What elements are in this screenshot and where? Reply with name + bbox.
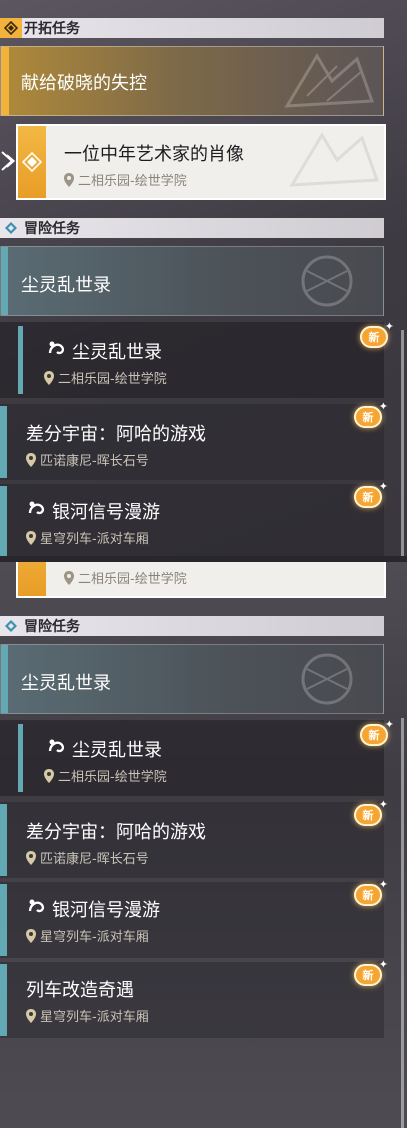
selected-arrow-icon xyxy=(0,150,16,176)
event-swirl-icon xyxy=(26,896,48,922)
pioneer-task-accent xyxy=(1,47,9,115)
event-swirl-icon xyxy=(46,338,68,364)
event-swirl-icon xyxy=(26,498,48,524)
adventure-task-location-text: 星穹列车-派对车厢 xyxy=(40,1010,149,1025)
selected-task-card[interactable]: 二相乐园-绘世学院 xyxy=(16,562,386,598)
adventure-task-location: 星穹列车-派对车厢 xyxy=(26,1006,149,1025)
task-accent xyxy=(0,804,7,876)
adventure-task-location: 二相乐园-绘世学院 xyxy=(44,766,167,785)
adventure-task-location: 匹诺康尼-晖长石号 xyxy=(26,450,149,469)
adventure-task-card[interactable]: 银河信号漫游 星穹列车-派对车厢 xyxy=(0,882,384,958)
scrollbar[interactable] xyxy=(401,330,404,556)
selected-task-location: 二相乐园-绘世学院 xyxy=(64,568,187,587)
task-accent xyxy=(0,884,7,956)
adventure-task-card[interactable]: 尘灵乱世录 二相乐园-绘世学院 xyxy=(0,720,384,796)
adventure-group-title: 尘灵乱世录 xyxy=(21,673,111,694)
task-accent xyxy=(0,486,7,556)
new-badge-icon: 新 ✦ xyxy=(354,878,388,906)
adventure-group-accent xyxy=(1,247,8,315)
adventure-task-title: 列车改造奇遇 xyxy=(26,980,134,1001)
event-swirl-icon xyxy=(46,736,68,762)
adventure-task-location-text: 匹诺康尼-晖长石号 xyxy=(40,852,149,867)
adventure-task-title: 差分宇宙：阿哈的游戏 xyxy=(26,822,206,843)
new-badge-text: 新 xyxy=(362,809,374,822)
adventure-task-title: 差分宇宙：阿哈的游戏 xyxy=(26,424,206,445)
adventure-group-card[interactable]: 尘灵乱世录 xyxy=(0,644,384,714)
adventure-task-title: 银河信号漫游 xyxy=(52,900,160,921)
scrollbar[interactable] xyxy=(401,718,404,1128)
selected-task-card[interactable]: 一位中年艺术家的肖像 二相乐园-绘世学院 xyxy=(16,124,386,200)
new-badge-text: 新 xyxy=(368,331,380,344)
top-panel: 开拓任务 献给破晓的失控 一位中年艺术家的肖像 二相乐园-绘世学院 冒险任务 尘… xyxy=(0,0,407,556)
adventure-task-location-text: 二相乐园-绘世学院 xyxy=(58,372,167,387)
location-pin-icon xyxy=(64,172,74,187)
adventure-group-accent xyxy=(1,645,8,713)
adventure-task-title: 尘灵乱世录 xyxy=(72,342,162,363)
adventure-task-location: 二相乐园-绘世学院 xyxy=(44,368,167,387)
location-pin-icon xyxy=(44,768,54,783)
adventure-section-title: 冒险任务 xyxy=(24,221,80,237)
pioneer-artwork-icon xyxy=(284,53,375,108)
bottom-panel: 二相乐园-绘世学院 冒险任务 尘灵乱世录 尘灵乱世录 二相乐园-绘世学院 新 ✦ … xyxy=(0,562,407,1128)
pioneer-diamond-icon xyxy=(0,18,22,38)
new-badge-icon: 新 ✦ xyxy=(354,798,388,826)
task-accent xyxy=(0,406,7,478)
new-badge-icon: 新 ✦ xyxy=(354,958,388,986)
task-indent-accent xyxy=(18,326,23,394)
new-badge-icon: 新 ✦ xyxy=(354,480,388,508)
adventure-section-header: 冒险任务 xyxy=(0,616,384,636)
location-pin-icon xyxy=(26,452,36,467)
new-badge-text: 新 xyxy=(362,491,374,504)
adventure-artwork-icon xyxy=(301,653,353,705)
adventure-group-card[interactable]: 尘灵乱世录 xyxy=(0,246,384,316)
adventure-group-title: 尘灵乱世录 xyxy=(21,275,111,296)
adventure-diamond-icon xyxy=(0,218,22,238)
location-pin-icon xyxy=(26,530,36,545)
adventure-task-location: 匹诺康尼-晖长石号 xyxy=(26,848,149,867)
selected-task-accent xyxy=(18,562,46,596)
location-pin-icon xyxy=(44,370,54,385)
adventure-task-card[interactable]: 差分宇宙：阿哈的游戏 匹诺康尼-晖长石号 xyxy=(0,404,384,480)
adventure-artwork-icon xyxy=(301,255,353,307)
location-pin-icon xyxy=(26,1008,36,1023)
adventure-task-location-text: 二相乐园-绘世学院 xyxy=(58,770,167,785)
new-badge-text: 新 xyxy=(362,411,374,424)
new-badge-text: 新 xyxy=(362,969,374,982)
selected-task-location-text: 二相乐园-绘世学院 xyxy=(78,572,187,587)
new-badge-icon: 新 ✦ xyxy=(354,400,388,428)
selected-task-diamond-icon xyxy=(21,151,43,176)
pioneer-section-title: 开拓任务 xyxy=(24,21,80,37)
adventure-task-location-text: 星穹列车-派对车厢 xyxy=(40,532,149,547)
new-badge-text: 新 xyxy=(368,729,380,742)
pioneer-task-card[interactable]: 献给破晓的失控 xyxy=(0,46,384,116)
adventure-task-title: 银河信号漫游 xyxy=(52,502,160,523)
location-pin-icon xyxy=(64,570,74,585)
adventure-section-header: 冒险任务 xyxy=(0,218,384,238)
new-badge-text: 新 xyxy=(362,889,374,902)
adventure-task-title: 尘灵乱世录 xyxy=(72,740,162,761)
adventure-task-card[interactable]: 银河信号漫游 星穹列车-派对车厢 xyxy=(0,484,384,556)
adventure-task-location-text: 匹诺康尼-晖长石号 xyxy=(40,454,149,469)
new-badge-icon: 新 ✦ xyxy=(360,320,394,348)
task-indent-accent xyxy=(18,724,23,792)
pioneer-task-title: 献给破晓的失控 xyxy=(21,73,147,94)
adventure-section-title: 冒险任务 xyxy=(24,619,80,635)
adventure-task-location-text: 星穹列车-派对车厢 xyxy=(40,930,149,945)
adventure-task-card[interactable]: 差分宇宙：阿哈的游戏 匹诺康尼-晖长石号 xyxy=(0,802,384,878)
adventure-task-card[interactable]: 尘灵乱世录 二相乐园-绘世学院 xyxy=(0,322,384,398)
task-accent xyxy=(0,964,7,1036)
selected-task-location-text: 二相乐园-绘世学院 xyxy=(78,174,187,189)
selected-task-location: 二相乐园-绘世学院 xyxy=(64,170,187,189)
location-pin-icon xyxy=(26,928,36,943)
adventure-task-location: 星穹列车-派对车厢 xyxy=(26,528,149,547)
selected-artwork-icon xyxy=(289,132,380,187)
new-badge-icon: 新 ✦ xyxy=(360,718,394,746)
location-pin-icon xyxy=(26,850,36,865)
adventure-task-location: 星穹列车-派对车厢 xyxy=(26,926,149,945)
adventure-task-card[interactable]: 列车改造奇遇 星穹列车-派对车厢 xyxy=(0,962,384,1038)
pioneer-section-header: 开拓任务 xyxy=(0,18,384,38)
selected-task-title: 一位中年艺术家的肖像 xyxy=(64,144,244,165)
adventure-diamond-icon xyxy=(0,616,22,636)
